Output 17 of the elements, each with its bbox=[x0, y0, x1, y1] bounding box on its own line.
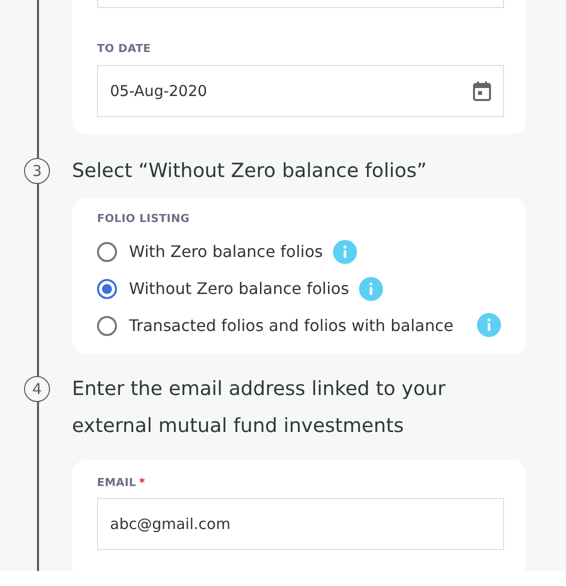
option-label: Transacted folios and folios with balance bbox=[129, 315, 454, 337]
required-mark: * bbox=[139, 476, 146, 489]
email-field[interactable]: abc@gmail.com bbox=[97, 498, 504, 550]
calendar-icon[interactable] bbox=[473, 81, 491, 101]
date-field[interactable]: 05-Aug-2020 bbox=[97, 65, 504, 117]
radio-button[interactable] bbox=[97, 242, 117, 262]
option-label: Without Zero balance folios bbox=[129, 279, 350, 298]
field-label: FOLIO LISTING bbox=[97, 212, 191, 225]
field-label: TO DATE bbox=[97, 42, 152, 55]
option-label: With Zero balance folios bbox=[129, 242, 323, 261]
field-label: EMAIL bbox=[97, 476, 136, 489]
radio-button[interactable] bbox=[97, 278, 117, 298]
step-instruction: Enter the email address linked to your external mutual fund investments bbox=[72, 376, 447, 439]
radio-button[interactable] bbox=[97, 316, 117, 336]
step-number: 4 bbox=[24, 376, 50, 402]
step-number: 3 bbox=[24, 158, 50, 184]
step-instruction: Select “Without Zero balance folios” bbox=[72, 158, 428, 184]
